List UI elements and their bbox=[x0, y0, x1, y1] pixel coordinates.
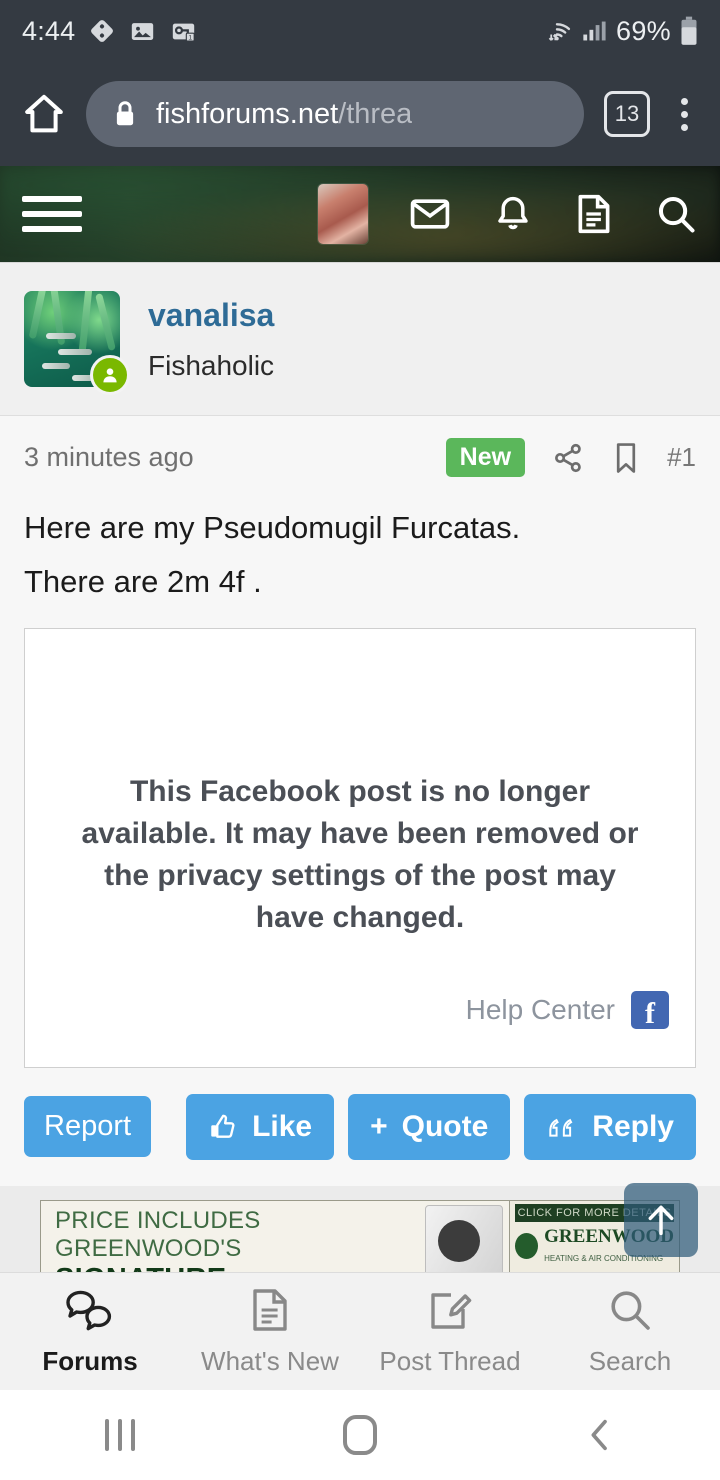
back-chevron-icon bbox=[591, 1419, 607, 1451]
tab-switcher-button[interactable]: 13 bbox=[604, 91, 650, 137]
reply-button-label: Reply bbox=[592, 1109, 674, 1143]
browser-toolbar: fishforums.net/threa 13 bbox=[0, 62, 720, 166]
avatar[interactable] bbox=[24, 291, 130, 395]
like-button[interactable]: Like bbox=[186, 1093, 335, 1160]
hamburger-menu-icon[interactable] bbox=[22, 196, 82, 232]
share-icon[interactable] bbox=[551, 441, 585, 475]
user-avatar-thumb[interactable] bbox=[318, 184, 368, 244]
post-action-bar: Report Like + Quote Reply bbox=[0, 1067, 720, 1186]
post-timestamp[interactable]: 3 minutes ago bbox=[24, 442, 446, 473]
forums-chat-icon bbox=[64, 1286, 116, 1334]
scroll-to-top-button[interactable] bbox=[624, 1183, 698, 1257]
battery-icon bbox=[680, 16, 698, 46]
quote-button[interactable]: + Quote bbox=[348, 1093, 511, 1160]
post-container: vanalisa Fishaholic 3 minutes ago New #1… bbox=[0, 262, 720, 1186]
ad-copy: PRICE INCLUDES GREENWOOD'S SIGNATURE INS… bbox=[41, 1201, 419, 1281]
bottom-nav-forums[interactable]: Forums bbox=[0, 1286, 180, 1377]
thread-page: vanalisa Fishaholic 3 minutes ago New #1… bbox=[0, 262, 720, 1282]
phone-screen: 4:44 1 69% fishforums.net/threa 13 vanal… bbox=[0, 0, 720, 1480]
author-meta: vanalisa Fishaholic bbox=[148, 297, 274, 382]
home-button[interactable] bbox=[240, 1415, 480, 1455]
home-icon bbox=[343, 1415, 377, 1455]
url-text: fishforums.net/threa bbox=[156, 98, 412, 131]
url-path: /threa bbox=[338, 97, 413, 130]
facebook-embed: This Facebook post is no longer availabl… bbox=[24, 627, 696, 1068]
post-author-header: vanalisa Fishaholic bbox=[0, 263, 720, 416]
embed-footer: Help Center f bbox=[466, 990, 669, 1029]
quote-button-label: Quote bbox=[401, 1109, 489, 1143]
recents-button[interactable] bbox=[0, 1419, 240, 1451]
advertisement-banner[interactable]: PRICE INCLUDES GREENWOOD'S SIGNATURE INS… bbox=[40, 1199, 680, 1282]
plus-icon: + bbox=[370, 1109, 388, 1143]
recents-icon bbox=[105, 1419, 135, 1451]
back-button[interactable] bbox=[480, 1415, 720, 1455]
battery-percent-label: 69% bbox=[616, 15, 671, 46]
ad-seal-icon bbox=[515, 1232, 539, 1259]
ad-product-image bbox=[425, 1204, 503, 1277]
status-clock: 4:44 bbox=[22, 15, 76, 46]
embed-unavailable-message: This Facebook post is no longer availabl… bbox=[81, 774, 639, 934]
author-title: Fishaholic bbox=[148, 349, 275, 381]
post-meta-row: 3 minutes ago New #1 bbox=[0, 416, 720, 495]
bottom-nav-search-label: Search bbox=[588, 1346, 672, 1376]
url-domain: fishforums.net bbox=[156, 97, 339, 130]
advertisement-area: PRICE INCLUDES GREENWOOD'S SIGNATURE INS… bbox=[0, 1185, 720, 1282]
status-bar-left: 4:44 1 bbox=[22, 16, 542, 47]
post-number[interactable]: #1 bbox=[667, 442, 696, 473]
dice-icon bbox=[89, 18, 115, 44]
bottom-nav-post-thread-label: Post Thread bbox=[379, 1346, 521, 1376]
quote-marks-icon bbox=[546, 1113, 578, 1141]
search-icon[interactable] bbox=[654, 192, 698, 236]
bookmark-icon[interactable] bbox=[611, 441, 641, 475]
like-button-label: Like bbox=[252, 1109, 313, 1143]
bottom-nav-forums-label: Forums bbox=[42, 1346, 138, 1376]
url-bar[interactable]: fishforums.net/threa bbox=[86, 81, 584, 147]
forum-header-nav bbox=[0, 166, 720, 262]
svg-text:1: 1 bbox=[189, 34, 193, 41]
bottom-nav-search[interactable]: Search bbox=[540, 1286, 720, 1377]
post-body-line: Here are my Pseudomugil Furcatas. bbox=[24, 510, 521, 545]
facebook-logo-icon[interactable]: f bbox=[631, 990, 669, 1029]
ad-line-one: PRICE INCLUDES GREENWOOD'S bbox=[55, 1206, 261, 1262]
home-icon bbox=[25, 94, 63, 133]
new-badge: New bbox=[445, 438, 526, 477]
cell-signal-icon bbox=[581, 18, 607, 44]
post-body-line: There are 2m 4f . bbox=[24, 564, 262, 600]
home-button[interactable] bbox=[18, 90, 70, 138]
lock-icon bbox=[112, 99, 138, 129]
post-body: Here are my Pseudomugil Furcatas. There … bbox=[0, 495, 720, 610]
badge-one-icon: 1 bbox=[170, 18, 197, 45]
android-navigation-bar bbox=[0, 1390, 720, 1480]
bottom-navigation: Forums What's New Post Thread Search bbox=[0, 1272, 720, 1390]
search-icon bbox=[606, 1286, 654, 1334]
bottom-nav-whats-new-label: What's New bbox=[201, 1346, 339, 1376]
status-bar-right: 69% bbox=[542, 16, 698, 47]
compose-pencil-icon bbox=[426, 1286, 474, 1334]
bottom-nav-whats-new[interactable]: What's New bbox=[180, 1286, 360, 1377]
wifi-icon bbox=[542, 18, 572, 44]
overflow-menu-icon[interactable] bbox=[666, 97, 702, 131]
reply-button[interactable]: Reply bbox=[524, 1093, 696, 1160]
thumbs-up-icon bbox=[208, 1112, 238, 1142]
inbox-icon[interactable] bbox=[408, 192, 452, 236]
document-icon bbox=[248, 1286, 292, 1334]
tab-count-label: 13 bbox=[614, 101, 640, 126]
report-button[interactable]: Report bbox=[24, 1096, 152, 1157]
author-username[interactable]: vanalisa bbox=[148, 297, 274, 334]
android-status-bar: 4:44 1 69% bbox=[0, 0, 720, 62]
help-center-link[interactable]: Help Center bbox=[466, 994, 615, 1026]
pages-icon[interactable] bbox=[574, 192, 614, 236]
online-status-badge bbox=[90, 355, 130, 395]
bottom-nav-post-thread[interactable]: Post Thread bbox=[360, 1286, 540, 1377]
arrow-up-icon bbox=[648, 1205, 674, 1236]
gallery-icon bbox=[129, 18, 156, 45]
alerts-bell-icon[interactable] bbox=[492, 192, 534, 236]
